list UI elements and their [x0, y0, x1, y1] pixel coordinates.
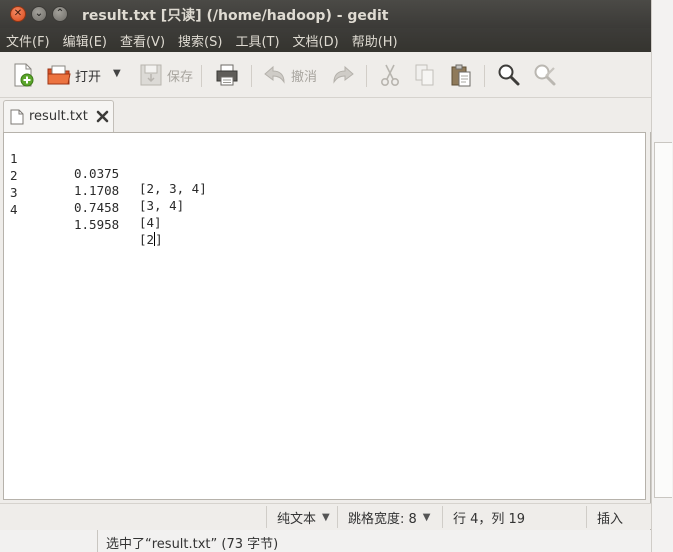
line-items: [4]: [139, 215, 162, 230]
line-items: [2]: [139, 232, 163, 247]
copy-icon: [415, 64, 434, 86]
menu-search[interactable]: 搜索(S): [178, 31, 222, 50]
close-icon: [96, 110, 109, 123]
line-number: 4: [10, 202, 18, 217]
dropdown-arrow-icon: ▼: [113, 68, 121, 79]
line-items: [2, 3, 4]: [139, 181, 207, 196]
toolbar-separator: [484, 65, 485, 87]
menu-edit[interactable]: 编辑(E): [63, 31, 107, 50]
save-icon: [140, 64, 162, 86]
open-label: 打开: [75, 69, 102, 85]
toolbar-separator: [201, 65, 202, 87]
menu-view[interactable]: 查看(V): [120, 31, 165, 50]
toolbar-separator: [366, 65, 367, 87]
window-maximize-button[interactable]: ⌃: [52, 6, 68, 22]
save-button[interactable]: 保存: [138, 62, 193, 88]
menu-tools[interactable]: 工具(T): [235, 31, 279, 50]
undo-label: 撤消: [291, 69, 318, 85]
text-file-icon: [10, 109, 24, 124]
magnifier-icon: [498, 64, 520, 86]
copy-button[interactable]: [412, 62, 438, 88]
close-icon: ✕: [13, 8, 23, 19]
window-title: result.txt [只读] (/home/hadoop) - gedit: [82, 8, 389, 24]
line-value: 0.7458: [74, 200, 120, 215]
menu-bar: 文件(F) 编辑(E) 查看(V) 搜索(S) 工具(T) 文档(D) 帮助(H…: [0, 28, 651, 52]
redo-button[interactable]: [330, 62, 356, 88]
line-items-before-cursor: [2: [139, 232, 155, 247]
line-items: [3, 4]: [139, 198, 185, 213]
tab-width-selector[interactable]: 跳格宽度: 8 ▼: [337, 506, 441, 528]
cursor-position-label: 行 4，列 19: [453, 511, 526, 527]
maximize-icon: ⌃: [55, 8, 65, 19]
title-bar[interactable]: ✕ ⌄ ⌃ result.txt [只读] (/home/hadoop) - g…: [0, 0, 651, 28]
tab-label: result.txt: [29, 109, 88, 124]
language-selector[interactable]: 纯文本 ▼: [266, 506, 336, 528]
editor-line: 3 0.7458 [4]: [10, 170, 162, 230]
tab-result-txt[interactable]: result.txt: [3, 100, 114, 132]
editor-line: 1 0.0375 [2, 3, 4]: [10, 136, 207, 196]
gedit-window: ✕ ⌄ ⌃ result.txt [只读] (/home/hadoop) - g…: [0, 0, 651, 530]
print-button[interactable]: [214, 62, 240, 88]
status-bar: 纯文本 ▼ 跳格宽度: 8 ▼ 行 4，列 19 插入: [0, 503, 651, 529]
redo-arrow-icon: [333, 65, 354, 84]
file-manager-status-text: 选中了“result.txt” (73 字节): [106, 537, 279, 552]
menu-file[interactable]: 文件(F): [6, 31, 50, 50]
new-button[interactable]: [10, 62, 36, 88]
dropdown-arrow-icon: ▼: [422, 511, 431, 523]
language-label: 纯文本: [277, 511, 317, 527]
window-close-button[interactable]: ✕: [10, 6, 26, 22]
scissors-icon: [381, 64, 400, 86]
undo-button[interactable]: 撤消: [262, 62, 317, 88]
background-window-pane: [654, 142, 672, 498]
paste-button[interactable]: [448, 62, 474, 88]
editor-line: 2 1.1708 [3, 4]: [10, 153, 184, 213]
file-manager-status: 选中了“result.txt” (73 字节): [97, 530, 651, 552]
cursor-position: 行 4，列 19: [442, 506, 585, 528]
find-replace-icon: [534, 64, 556, 86]
editor-line: 4 1.5958 [2]: [10, 187, 163, 247]
toolbar: 打开 ▼ 保存 撤消: [0, 52, 651, 98]
minimize-icon: ⌄: [34, 8, 44, 19]
line-value: 1.1708: [74, 183, 120, 198]
find-button[interactable]: [496, 62, 522, 88]
new-document-icon: [14, 63, 34, 87]
printer-icon: [216, 64, 238, 86]
cut-button[interactable]: [377, 62, 403, 88]
insert-mode: 插入: [586, 506, 650, 528]
tab-bar: result.txt: [0, 98, 651, 132]
menu-documents[interactable]: 文档(D): [293, 31, 339, 50]
line-items-after-cursor: ]: [155, 232, 163, 247]
window-minimize-button[interactable]: ⌄: [31, 6, 47, 22]
open-folder-icon: [47, 65, 71, 85]
text-editor[interactable]: 1 0.0375 [2, 3, 4] 2 1.1708 [3, 4] 3 0.7…: [3, 132, 646, 500]
save-label: 保存: [167, 69, 194, 85]
clipboard-icon: [451, 64, 471, 87]
insert-mode-label: 插入: [597, 511, 624, 527]
tab-close-button[interactable]: [96, 110, 109, 123]
open-recent-dropdown[interactable]: ▼: [113, 68, 121, 79]
find-replace-button[interactable]: [532, 62, 558, 88]
tab-width-label: 跳格宽度: 8: [348, 511, 417, 527]
background-window-edge: [651, 0, 673, 552]
undo-arrow-icon: [264, 65, 285, 84]
open-button[interactable]: 打开: [46, 62, 101, 88]
line-value: 1.5958: [74, 217, 120, 232]
dropdown-arrow-icon: ▼: [322, 511, 330, 523]
toolbar-separator: [251, 65, 252, 87]
menu-help[interactable]: 帮助(H): [352, 31, 398, 50]
line-value: 0.0375: [74, 166, 120, 181]
